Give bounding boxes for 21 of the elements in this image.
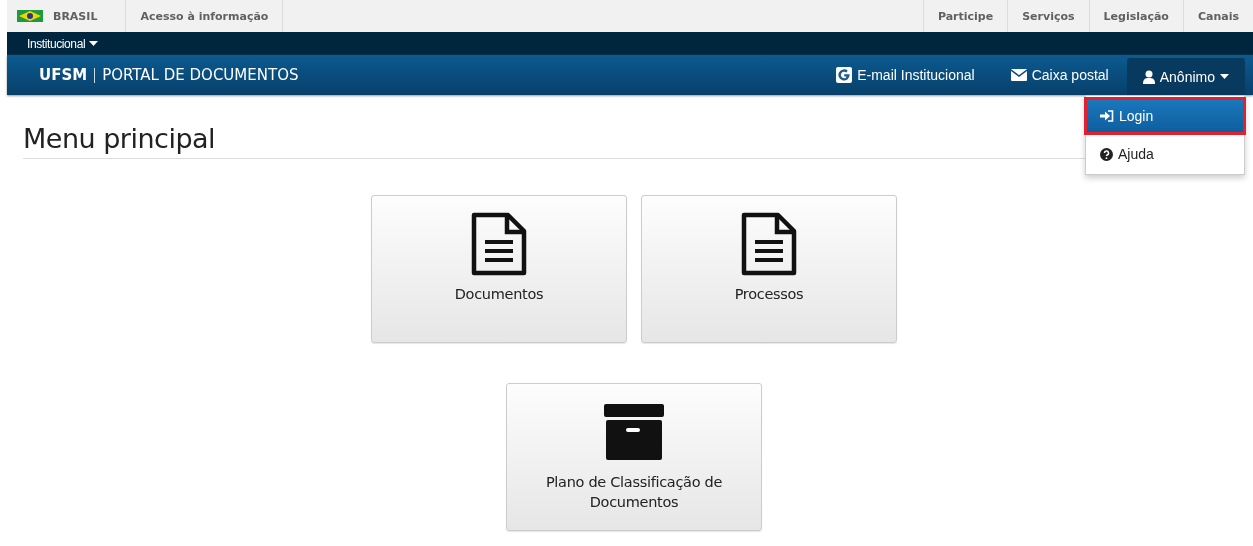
caret-icon (89, 41, 99, 46)
user-menu-button[interactable]: Anônimo (1126, 58, 1245, 95)
caret-icon (1220, 74, 1229, 79)
archive-box-icon (604, 404, 664, 460)
email-link[interactable]: E-mail Institucional (818, 55, 993, 95)
menu-item[interactable]: Ajuda (1086, 137, 1244, 171)
institucional-menu[interactable]: Institucional (27, 36, 99, 51)
envelope-icon (1010, 69, 1027, 81)
menu-tile[interactable]: Plano de Classificação de Documentos (506, 383, 762, 531)
site-brand[interactable]: UFSM PORTAL DE DOCUMENTOS (39, 66, 299, 84)
sign-in-icon (1100, 110, 1114, 122)
menu-item[interactable]: Login (1086, 99, 1244, 133)
mailbox-link[interactable]: Caixa postal (992, 55, 1127, 95)
document-icon (741, 212, 797, 276)
google-icon (836, 67, 853, 83)
document-icon (471, 212, 527, 276)
question-icon (1100, 147, 1113, 161)
flag-icon (17, 10, 43, 22)
menu-tile[interactable]: Processos (641, 195, 897, 343)
user-icon (1142, 69, 1155, 84)
menu-tile[interactable]: Documentos (371, 195, 627, 343)
